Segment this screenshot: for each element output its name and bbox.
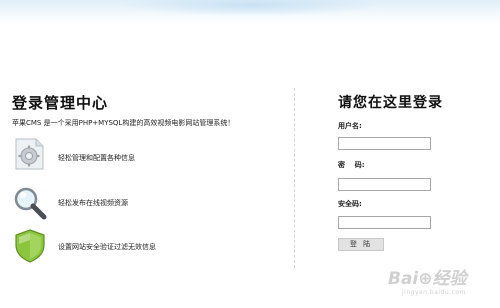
- watermark-url-text: jingyan.baidu.com: [402, 289, 466, 296]
- security-shield-icon: [15, 229, 45, 263]
- watermark-main-text: Bai⊕经验: [388, 269, 467, 289]
- feature-security-filter-text: 设置网站安全验证过滤无效信息: [58, 243, 156, 251]
- username-input[interactable]: [338, 137, 431, 150]
- security-code-input[interactable]: [338, 216, 431, 229]
- security-code-label: 安全码:: [338, 200, 362, 208]
- system-intro-text: 苹果CMS 是一个采用PHP+MYSQL构建的高效视频电影网站管理系统！: [12, 119, 235, 127]
- login-button[interactable]: 登 陆: [338, 238, 384, 251]
- admin-center-title: 登录管理中心: [12, 94, 109, 112]
- feature-manage-config-text: 轻松管理和配置各种信息: [58, 154, 135, 162]
- top-header-band: [0, 0, 500, 26]
- login-title: 请您在这里登录: [338, 95, 443, 111]
- password-input[interactable]: [338, 178, 431, 191]
- settings-gear-icon: [15, 138, 44, 170]
- baidu-jingyan-watermark: Bai⊕经验 jingyan.baidu.com: [388, 258, 498, 304]
- password-label: 密 码:: [338, 161, 365, 169]
- username-label: 用户名:: [338, 122, 362, 130]
- feature-publish-video-text: 轻松发布在线视频资源: [58, 199, 128, 207]
- panel-divider: [294, 88, 295, 268]
- magnifier-search-icon: [14, 187, 47, 220]
